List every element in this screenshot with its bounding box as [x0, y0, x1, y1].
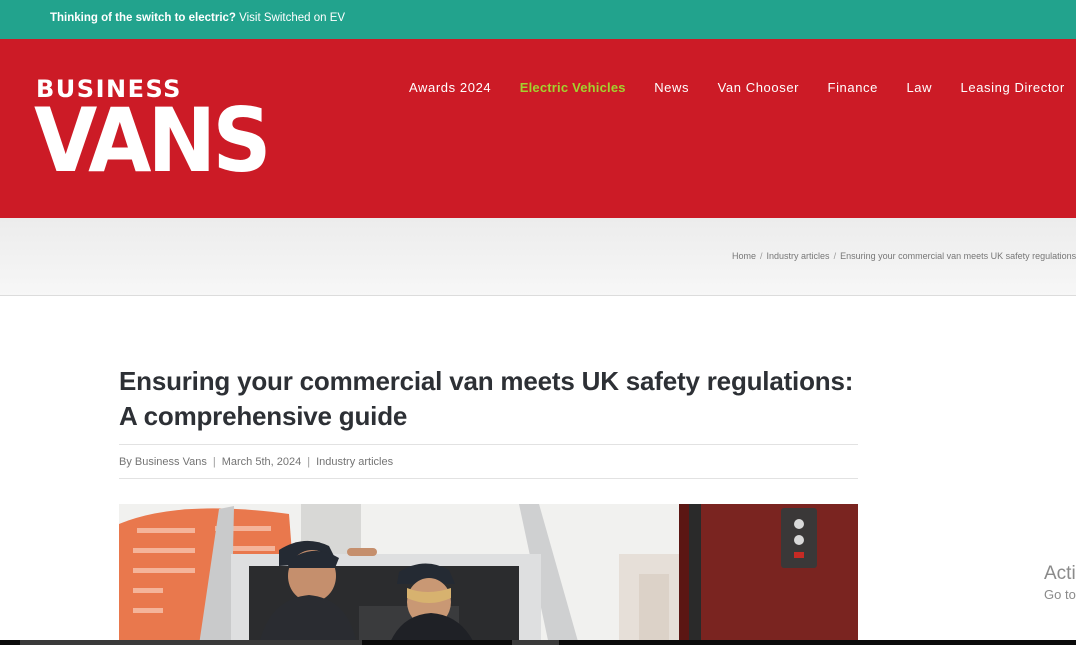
article-category-link[interactable]: Industry articles: [316, 456, 393, 468]
breadcrumb-current: Ensuring your commercial van meets UK sa…: [840, 251, 1076, 261]
article-author-link[interactable]: By Business Vans: [119, 456, 207, 468]
breadcrumb-separator: /: [833, 251, 837, 261]
nav-item-van-chooser[interactable]: Van Chooser: [718, 80, 800, 95]
main-nav: Awards 2024 Electric Vehicles News Van C…: [397, 79, 1076, 99]
activation-watermark: Acti Go to: [1044, 563, 1076, 602]
breadcrumb-separator: /: [760, 251, 763, 261]
nav-item-news[interactable]: News: [654, 80, 689, 95]
article-title: Ensuring your commercial van meets UK sa…: [119, 366, 854, 431]
breadcrumb: Home / Industry articles / Ensuring your com…: [732, 251, 1076, 261]
promo-bold-text: Thinking of the switch to electric?: [50, 12, 236, 24]
promo-text: Thinking of the switch to electric? Visi…: [50, 12, 345, 24]
article-date: March 5th, 2024: [221, 456, 302, 468]
top-promo-bar: Thinking of the switch to electric? Visi…: [0, 0, 1076, 39]
switched-on-ev-link[interactable]: Visit Switched on EV: [239, 12, 345, 24]
scrollbar-thumb[interactable]: [20, 640, 362, 645]
breadcrumb-home-link[interactable]: Home: [732, 251, 756, 261]
site-header: BUSINESS VANS Awards 2024 Electric Vehic…: [0, 39, 1076, 218]
hero-image-illustration: [119, 504, 858, 645]
nav-item-law[interactable]: Law: [906, 80, 932, 95]
breadcrumb-band: Home / Industry articles / Ensuring your com…: [0, 218, 1076, 296]
meta-separator: |: [307, 456, 311, 468]
horizontal-scrollbar[interactable]: [0, 640, 1076, 645]
logo-line-vans: VANS: [34, 89, 271, 192]
business-vans-logo[interactable]: BUSINESS VANS: [34, 77, 271, 189]
nav-item-finance[interactable]: Finance: [828, 80, 878, 95]
meta-separator: |: [212, 456, 216, 468]
nav-item-leasing-director[interactable]: Leasing Director: [961, 80, 1065, 95]
watermark-line-2: Go to: [1044, 587, 1076, 602]
scrollbar-thumb-segment[interactable]: [512, 640, 559, 645]
article-hero-image: [119, 504, 858, 645]
watermark-line-1: Acti: [1044, 563, 1076, 584]
nav-item-awards-2024[interactable]: Awards 2024: [409, 80, 491, 95]
nav-item-electric-vehicles[interactable]: Electric Vehicles: [520, 80, 626, 95]
breadcrumb-category-link[interactable]: Industry articles: [767, 251, 830, 261]
article-meta: By Business Vans | March 5th, 2024 | Industr…: [119, 444, 858, 479]
